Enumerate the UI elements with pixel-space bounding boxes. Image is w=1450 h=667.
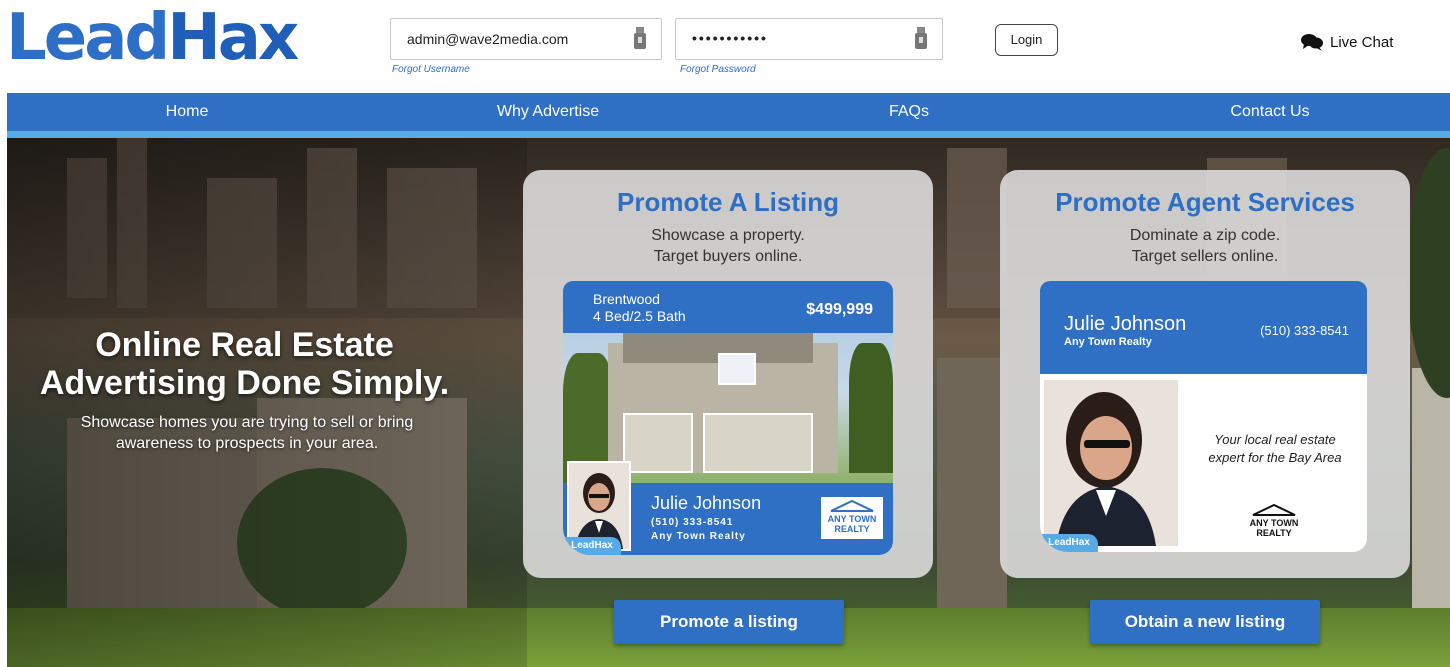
chat-bubbles-icon: [1301, 34, 1323, 51]
logo-hax: Hax: [167, 1, 299, 75]
listing-location: Brentwood 4 Bed/2.5 Bath: [593, 291, 686, 325]
hero-subtitle-line1: Showcase homes you are trying to sell or…: [80, 414, 414, 431]
victorian-house: [1412, 368, 1450, 608]
key-icon: [634, 27, 646, 49]
leadhax-tag: LeadHax: [1040, 534, 1098, 552]
any-town-realty-logo: ANY TOWN REALTY: [821, 497, 883, 539]
promote-agent-panel: Promote Agent Services Dominate a zip co…: [1000, 170, 1410, 578]
photo-window: [718, 353, 756, 385]
forgot-username-link[interactable]: Forgot Username: [392, 64, 470, 75]
hero-subtitle: Showcase homes you are trying to sell or…: [37, 412, 457, 454]
hero-banner: Online Real Estate Advertising Done Simp…: [7, 138, 1450, 667]
agent-realty: Any Town Realty: [651, 531, 746, 542]
agent-photo: [1044, 380, 1178, 546]
promote-listing-panel: Promote A Listing Showcase a property. T…: [523, 170, 933, 578]
live-chat-link[interactable]: Live Chat: [1300, 32, 1393, 52]
agent-header: Julie Johnson Any Town Realty (510) 333-…: [1040, 281, 1367, 374]
panel-subtitle-line2: Target sellers online.: [1131, 248, 1279, 265]
photo-garage-door: [623, 413, 693, 473]
hero-title-line1: Online Real Estate: [95, 326, 394, 364]
forgot-password-link[interactable]: Forgot Password: [680, 64, 756, 75]
panel-title: Promote Agent Services: [1055, 187, 1355, 217]
nav-why-advertise[interactable]: Why Advertise: [497, 103, 599, 121]
svg-text:ANY TOWN: ANY TOWN: [1250, 518, 1299, 528]
panel-subtitle-line2: Target buyers online.: [653, 248, 803, 265]
agent-tagline: Your local real estate expert for the Ba…: [1195, 431, 1355, 467]
listing-ad-preview: Brentwood 4 Bed/2.5 Bath $499,999 Julie …: [563, 281, 893, 555]
main-nav: Home Why Advertise FAQs Contact Us: [7, 93, 1450, 131]
nav-faqs[interactable]: FAQs: [889, 103, 929, 121]
panel-subtitle-line1: Showcase a property.: [651, 227, 805, 244]
logo-lead: Lead: [6, 1, 170, 75]
panel-subtitle: Dominate a zip code. Target sellers onli…: [1000, 225, 1410, 267]
login-button[interactable]: Login: [995, 24, 1058, 56]
agent-silhouette-icon: [1056, 392, 1156, 546]
panel-title: Promote A Listing: [617, 187, 839, 217]
svg-text:REALTY: REALTY: [834, 524, 869, 534]
panel-subtitle: Showcase a property. Target buyers onlin…: [523, 225, 933, 267]
nav-contact-us[interactable]: Contact Us: [1230, 103, 1309, 121]
hero-overlay: [7, 138, 527, 667]
password-field[interactable]: •••••••••••: [675, 18, 943, 60]
agent-realty: Any Town Realty: [1064, 336, 1152, 348]
city-building: [947, 148, 1007, 308]
listing-header: Brentwood 4 Bed/2.5 Bath $499,999: [563, 281, 893, 333]
panel-subtitle-line1: Dominate a zip code.: [1129, 227, 1281, 244]
svg-text:REALTY: REALTY: [1256, 528, 1291, 538]
agent-ad-preview: Julie Johnson Any Town Realty (510) 333-…: [1040, 281, 1367, 552]
header: LeadHax admin@wave2media.com Forgot User…: [0, 0, 1450, 93]
agent-name: Julie Johnson: [1064, 313, 1187, 335]
hero-title-line2: Advertising Done Simply.: [39, 364, 450, 402]
agent-tagline-line2: expert for the Bay Area: [1208, 450, 1342, 465]
live-chat-label: Live Chat: [1330, 33, 1394, 51]
listing-price: $499,999: [806, 301, 873, 318]
any-town-realty-logo: ANY TOWN REALTY: [1250, 503, 1299, 538]
photo-garage-door: [703, 413, 813, 473]
hero-title: Online Real Estate Advertising Done Simp…: [7, 326, 482, 402]
svg-text:ANY TOWN: ANY TOWN: [828, 514, 877, 524]
username-value: admin@wave2media.com: [407, 31, 569, 47]
password-value: •••••••••••: [692, 30, 768, 46]
agent-name: Julie Johnson: [651, 493, 762, 513]
leadhax-tag: LeadHax: [563, 537, 621, 555]
listing-city: Brentwood: [593, 291, 660, 307]
nav-home[interactable]: Home: [166, 103, 209, 121]
listing-details: 4 Bed/2.5 Bath: [593, 308, 686, 324]
promote-listing-button[interactable]: Promote a listing: [614, 600, 844, 644]
leadhax-logo[interactable]: LeadHax: [6, 6, 299, 70]
obtain-listing-button[interactable]: Obtain a new listing: [1090, 600, 1320, 644]
victorian-house: [937, 358, 1007, 608]
key-icon: [915, 27, 927, 49]
nav-accent-stripe: [7, 131, 1450, 138]
username-field[interactable]: admin@wave2media.com: [390, 18, 662, 60]
photo-tree: [849, 343, 893, 473]
agent-phone: (510) 333-8541: [1260, 323, 1349, 338]
hero-subtitle-line2: awareness to prospects in your area.: [115, 435, 379, 452]
agent-tagline-line1: Your local real estate: [1214, 432, 1336, 447]
agent-phone: (510) 333-8541: [651, 517, 734, 528]
